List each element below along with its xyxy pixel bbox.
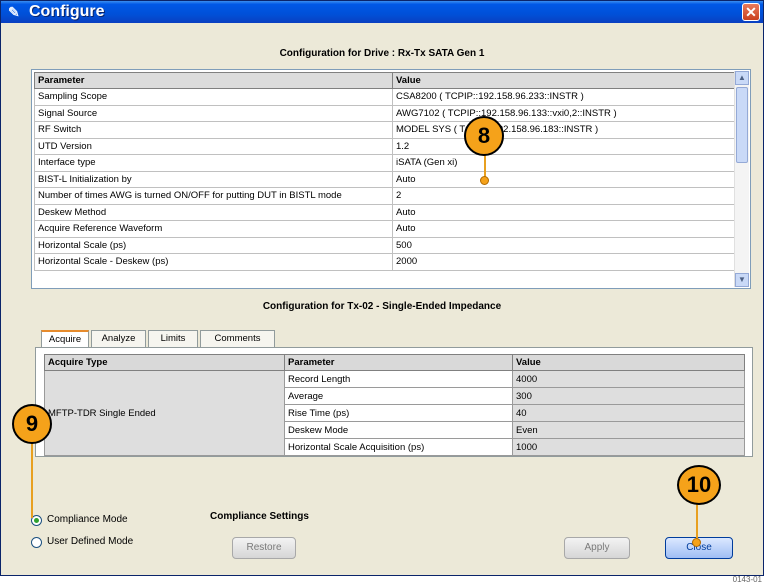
parameter-cell: Number of times AWG is turned ON/OFF for… [34, 187, 393, 205]
table-row[interactable]: UTD Version 1.2 [34, 137, 737, 155]
value-cell[interactable]: 500 [392, 236, 737, 254]
parameter-cell: RF Switch [34, 121, 393, 139]
column-header-acquire-type: Acquire Type [44, 354, 285, 371]
value-cell[interactable]: 40 [512, 404, 745, 422]
callout-10-dot [692, 538, 701, 547]
table-row[interactable]: Acquire Reference Waveform Auto [34, 220, 737, 238]
wrench-icon: ✎ [8, 4, 20, 20]
title-bar: ✎ Configure ✕ [1, 1, 763, 23]
parameter-cell: Rise Time (ps) [284, 404, 513, 422]
callout-9: 9 [12, 404, 52, 444]
tab-acquire[interactable]: Acquire [41, 330, 89, 348]
scroll-down-arrow-icon[interactable]: ▼ [735, 273, 749, 287]
callout-10: 10 [677, 465, 721, 505]
value-cell[interactable]: MODEL SYS ( TCPIP::192.158.96.183::INSTR… [392, 121, 737, 139]
configure-window: ✎ Configure ✕ Configuration for Drive : … [0, 0, 764, 576]
column-header-value: Value [512, 354, 745, 371]
column-header-value: Value [392, 72, 737, 89]
table-row[interactable]: MFTP-TDR Single Ended Record Length 4000 [44, 370, 745, 456]
acquire-tab-panel: Acquire Type Parameter Value MFTP-TDR Si… [35, 347, 753, 457]
tab-limits[interactable]: Limits [148, 330, 198, 347]
user-defined-mode-radio[interactable] [31, 537, 42, 548]
value-cell[interactable]: 1000 [512, 438, 745, 456]
parameter-cell: Sampling Scope [34, 88, 393, 106]
callout-8-dot [480, 176, 489, 185]
parameter-cell: Record Length [284, 370, 513, 388]
parameter-cell: Horizontal Scale Acquisition (ps) [284, 438, 513, 456]
test-config-title: Configuration for Tx-02 - Single-Ended I… [262, 301, 502, 312]
table-row[interactable]: Horizontal Scale - Deskew (ps) 2000 [34, 253, 737, 271]
parameter-cell: Deskew Mode [284, 421, 513, 439]
acquire-table: Acquire Type Parameter Value MFTP-TDR Si… [44, 354, 745, 456]
value-cell[interactable]: 300 [512, 387, 745, 405]
table-row[interactable]: Interface type iSATA (Gen xi) [34, 154, 737, 172]
scroll-up-arrow-icon[interactable]: ▲ [735, 71, 749, 85]
parameter-cell: Average [284, 387, 513, 405]
value-cell[interactable]: Auto [392, 203, 737, 221]
tab-analyze[interactable]: Analyze [91, 330, 146, 347]
compliance-settings-title: Compliance Settings [210, 511, 309, 522]
drive-config-title: Configuration for Drive : Rx-Tx SATA Gen… [279, 48, 485, 59]
figure-code: 0143-01 [732, 575, 762, 584]
callout-10-leader [696, 501, 698, 541]
table-row[interactable]: Horizontal Scale (ps) 500 [34, 236, 737, 254]
table-row[interactable]: Number of times AWG is turned ON/OFF for… [34, 187, 737, 205]
parameter-cell: Acquire Reference Waveform [34, 220, 393, 238]
column-header-parameter: Parameter [34, 72, 393, 89]
callout-9-leader [31, 436, 33, 518]
table-row[interactable]: RF Switch MODEL SYS ( TCPIP::192.158.96.1… [34, 121, 737, 139]
parameter-cell: Horizontal Scale - Deskew (ps) [34, 253, 393, 271]
parameter-cell: Horizontal Scale (ps) [34, 236, 393, 254]
table-row[interactable]: BIST-L Initialization by Auto [34, 170, 737, 188]
value-cell[interactable]: 1.2 [392, 137, 737, 155]
drive-config-table: Parameter Value Sampling Scope CSA8200 ( … [34, 72, 737, 271]
value-cell[interactable]: CSA8200 ( TCPIP::192.158.96.233::INSTR ) [392, 88, 737, 106]
column-header-parameter: Parameter [284, 354, 513, 371]
callout-8: 8 [464, 116, 504, 156]
compliance-mode-label[interactable]: Compliance Mode [47, 514, 128, 525]
value-cell[interactable]: Auto [392, 170, 737, 188]
value-cell[interactable]: 4000 [512, 370, 745, 388]
drive-table-scrollbar[interactable]: ▲ ▼ [734, 71, 749, 287]
acquire-type-cell: MFTP-TDR Single Ended [44, 370, 285, 456]
tab-comments[interactable]: Comments [200, 330, 275, 347]
window-title: Configure [29, 3, 105, 20]
parameter-cell: Signal Source [34, 104, 393, 122]
table-row[interactable]: Signal Source AWG7102 ( TCPIP::192.158.96… [34, 104, 737, 122]
table-row[interactable]: Sampling Scope CSA8200 ( TCPIP::192.158.9… [34, 88, 737, 106]
value-cell[interactable]: 2 [392, 187, 737, 205]
value-cell[interactable]: Auto [392, 220, 737, 238]
value-cell[interactable]: AWG7102 ( TCPIP::192.158.96.133::vxi0,2:… [392, 104, 737, 122]
apply-button[interactable]: Apply [564, 537, 630, 559]
parameter-cell: UTD Version [34, 137, 393, 155]
user-defined-mode-label[interactable]: User Defined Mode [47, 536, 133, 547]
window-close-button[interactable]: ✕ [742, 3, 760, 21]
parameter-cell: BIST-L Initialization by [34, 170, 393, 188]
value-cell[interactable]: iSATA (Gen xi) [392, 154, 737, 172]
value-cell[interactable]: 2000 [392, 253, 737, 271]
value-cell[interactable]: Even [512, 421, 745, 439]
parameter-cell: Deskew Method [34, 203, 393, 221]
parameter-cell: Interface type [34, 154, 393, 172]
table-row[interactable]: Deskew Method Auto [34, 203, 737, 221]
drive-config-table-box: Parameter Value Sampling Scope CSA8200 ( … [31, 69, 751, 289]
scroll-thumb[interactable] [736, 87, 748, 163]
restore-button[interactable]: Restore [232, 537, 296, 559]
